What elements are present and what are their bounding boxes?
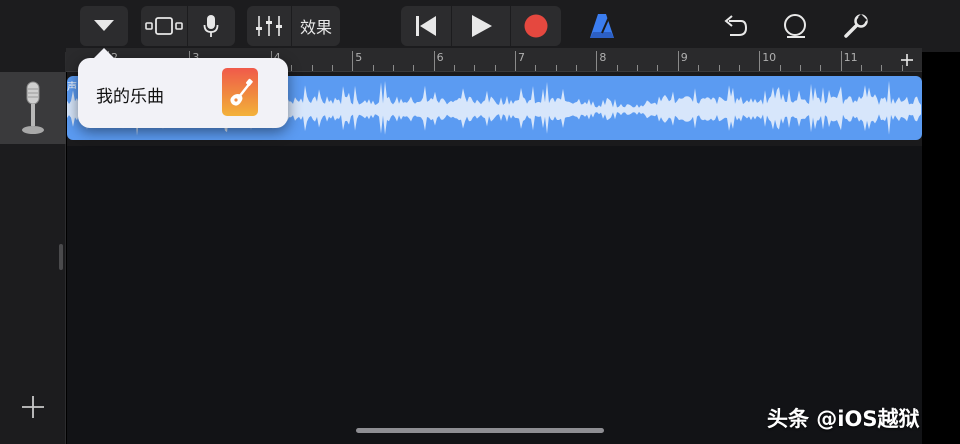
ruler-tick (677, 51, 679, 71)
right-margin (922, 52, 960, 444)
my-songs-button[interactable] (80, 6, 128, 46)
undo-button[interactable] (718, 6, 752, 46)
loop-browser-button[interactable] (778, 6, 812, 46)
plus-icon (22, 396, 44, 418)
ruler-bar-number: 7 (518, 51, 525, 64)
ruler-tick (535, 65, 537, 71)
watermark: 头条 @iOS越狱 (767, 407, 920, 431)
popover-arrow (93, 48, 115, 59)
empty-tracks-area[interactable] (67, 146, 922, 444)
ruler-tick (820, 65, 822, 71)
skip-back-icon (416, 16, 436, 36)
effects-button[interactable]: 效果 (292, 6, 340, 46)
microphone-track-icon (22, 81, 44, 134)
go-to-beginning-button[interactable] (401, 6, 451, 46)
track-header[interactable] (0, 72, 66, 144)
ruler-bar-number: 9 (680, 51, 688, 64)
ruler-tick (616, 65, 618, 71)
transport-group (401, 6, 561, 46)
ruler-tick (596, 51, 598, 71)
record-icon (524, 14, 548, 38)
tracks-view-icon (145, 17, 183, 35)
ruler-tick (413, 65, 415, 71)
play-button[interactable] (452, 6, 510, 46)
ruler-tick (515, 51, 516, 71)
record-button[interactable] (511, 6, 561, 46)
ruler-tick (698, 65, 700, 71)
ruler-tick (779, 65, 781, 71)
ruler-tick (352, 51, 354, 71)
ruler-tick (392, 65, 394, 71)
ruler-tick (576, 65, 578, 71)
ruler-tick (453, 65, 455, 71)
sliders-icon (256, 16, 282, 36)
ruler-tick (840, 51, 842, 71)
wrench-icon (844, 14, 868, 38)
ruler-tick (291, 65, 293, 71)
ruler-tick (555, 65, 557, 71)
settings-button[interactable] (839, 6, 873, 46)
ruler-bar-number: 6 (436, 51, 444, 64)
ruler-tick (738, 65, 740, 71)
chevron-down-icon (80, 6, 128, 46)
ruler-tick (759, 51, 761, 71)
loop-icon (784, 14, 806, 38)
add-section-button[interactable] (894, 48, 920, 72)
popover-title: 我的乐曲 (96, 87, 164, 107)
resize-handle[interactable] (59, 244, 63, 270)
mixer-button[interactable] (247, 6, 291, 46)
play-icon (472, 15, 492, 37)
mix-group: 效果 (247, 6, 340, 46)
ruler-tick (494, 65, 496, 71)
ruler-bar-number: 10 (762, 51, 777, 64)
audio-recorder-button[interactable] (188, 6, 234, 46)
ruler-tick (474, 65, 476, 71)
ruler-tick (372, 65, 374, 71)
ruler-tick (881, 65, 883, 71)
control-bar: 效果 (0, 0, 960, 52)
metronome-button[interactable] (586, 6, 618, 46)
metronome-icon (590, 14, 614, 38)
ruler-tick (331, 65, 333, 71)
ruler-tick (860, 65, 862, 71)
my-songs-popover[interactable]: 我的乐曲 (78, 48, 288, 128)
ruler-tick (657, 65, 659, 71)
view-group (141, 6, 235, 46)
plus-icon (901, 54, 913, 66)
ruler-bar-number: 11 (843, 51, 858, 64)
ruler-tick (637, 65, 639, 71)
ruler-tick (718, 65, 720, 71)
tracks-view-button[interactable] (141, 6, 187, 46)
add-track-button[interactable] (18, 392, 48, 422)
home-indicator[interactable] (356, 428, 604, 433)
ruler-bar-number: 8 (599, 51, 607, 64)
ruler-bar-number: 5 (355, 51, 363, 64)
ruler-tick (799, 65, 801, 71)
ruler-tick (433, 51, 435, 71)
undo-icon (724, 15, 748, 36)
ruler-tick (311, 65, 313, 71)
effects-label: 效果 (299, 18, 332, 37)
garageband-guitar-icon[interactable] (222, 68, 258, 116)
microphone-icon (203, 15, 219, 37)
